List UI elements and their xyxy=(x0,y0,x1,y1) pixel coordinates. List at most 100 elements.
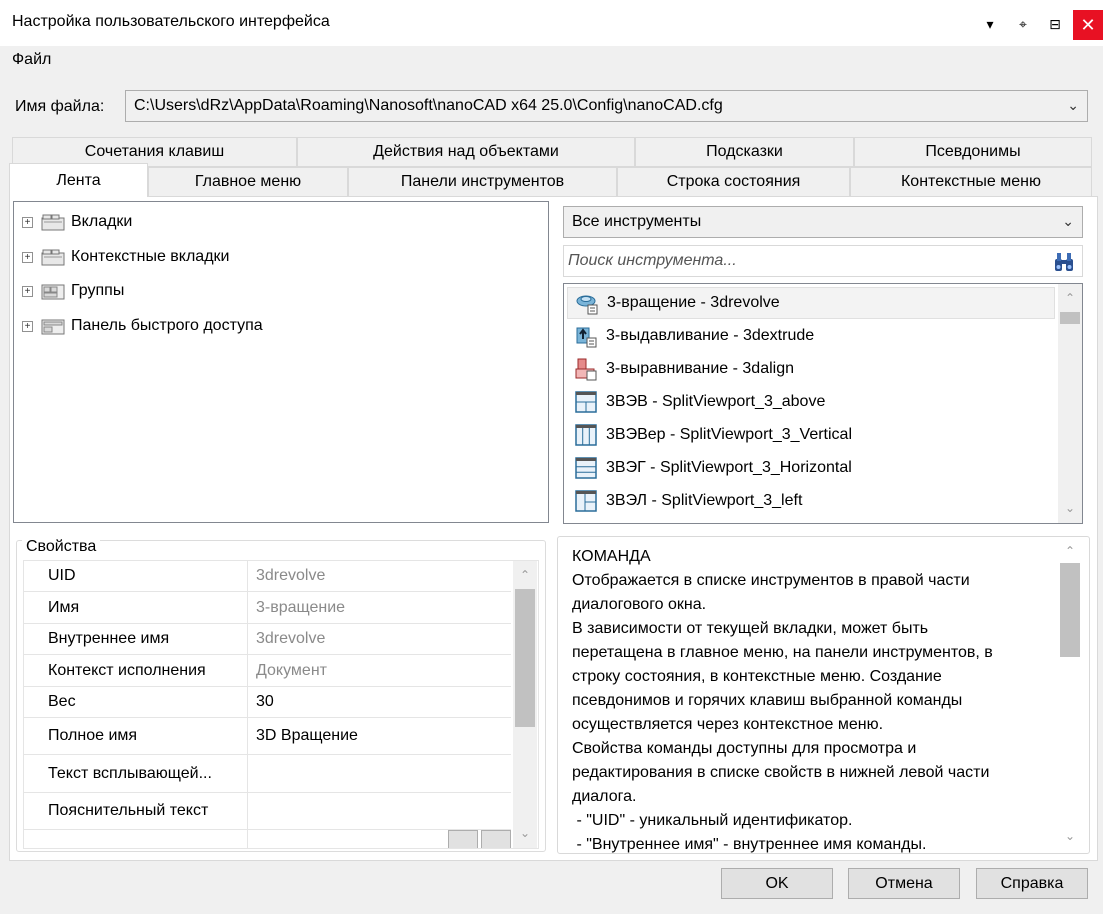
property-row-weight[interactable]: Вес 30 xyxy=(24,687,511,718)
property-browse-button[interactable] xyxy=(448,830,478,848)
tree-item-context-tabs[interactable]: + Контекстные вкладки xyxy=(22,245,229,269)
groups-icon xyxy=(41,284,65,300)
property-clear-button[interactable] xyxy=(481,830,511,848)
title-bar: Настройка пользовательского интерфейса ▾… xyxy=(0,0,1103,46)
menu-file[interactable]: Файл xyxy=(12,51,51,69)
property-value: 3drevolve xyxy=(256,630,326,647)
extrude-icon xyxy=(576,327,597,348)
scroll-up-icon[interactable]: ⌃ xyxy=(1058,288,1082,308)
chevron-down-icon[interactable]: ⌄ xyxy=(1062,213,1074,230)
properties-title: Свойства xyxy=(22,538,101,556)
tab-ribbon[interactable]: Лента xyxy=(9,163,148,197)
file-path-value: C:\Users\dRz\AppData\Roaming\Nanosoft\na… xyxy=(134,97,723,114)
tree-item-groups[interactable]: + Группы xyxy=(22,279,124,303)
menu-bar: Файл xyxy=(0,46,1103,76)
tool-label: 3-выравнивание - 3dalign xyxy=(606,360,795,377)
tree-item-label: Группы xyxy=(71,282,125,299)
list-item[interactable]: 3ВЭВер - SplitViewport_3_Vertical xyxy=(567,419,1055,451)
scroll-thumb[interactable] xyxy=(515,589,535,727)
move-icon[interactable]: ⌖ xyxy=(1011,10,1035,38)
tool-search-box[interactable] xyxy=(563,245,1083,277)
property-row-internal-name[interactable]: Внутреннее имя 3drevolve xyxy=(24,624,511,655)
property-value: 3drevolve xyxy=(256,567,326,584)
property-name: Внутреннее имя xyxy=(24,624,248,654)
property-row-uid[interactable]: UID 3drevolve xyxy=(24,561,511,592)
list-item[interactable]: 3-выравнивание - 3dalign xyxy=(567,353,1055,385)
property-name: UID xyxy=(24,561,248,591)
pin-dropdown-icon[interactable]: ▾ xyxy=(978,10,1002,38)
description-scrollbar[interactable]: ⌃ ⌄ xyxy=(1058,537,1082,853)
expand-icon[interactable]: + xyxy=(22,285,33,297)
scroll-up-icon[interactable]: ⌃ xyxy=(513,565,537,585)
tool-label: 3-выдавливание - 3dextrude xyxy=(606,327,815,344)
properties-scrollbar[interactable]: ⌃ ⌄ xyxy=(513,561,537,848)
file-name-label: Имя файла: xyxy=(15,98,105,115)
tool-label: 3ВЭВ - SplitViewport_3_above xyxy=(606,393,826,410)
list-item[interactable]: 3ВЭГ - SplitViewport_3_Horizontal xyxy=(567,452,1055,484)
chevron-down-icon[interactable]: ⌄ xyxy=(1067,97,1079,114)
scroll-down-icon[interactable]: ⌄ xyxy=(1058,826,1082,846)
property-row-partial xyxy=(24,830,511,848)
tree-item-label: Контекстные вкладки xyxy=(71,248,230,265)
ok-button[interactable]: OK xyxy=(721,868,833,899)
properties-grid[interactable]: UID 3drevolve Имя 3-вращение Внутреннее … xyxy=(23,560,539,849)
description-text: КОМАНДА Отображается в списке инструмент… xyxy=(572,548,993,853)
tools-filter-combobox[interactable]: Все инструменты ⌄ xyxy=(563,206,1083,238)
tool-label: 3ВЭЛ - SplitViewport_3_left xyxy=(606,492,803,509)
ribbon-tabs-icon xyxy=(41,214,65,231)
tree-item-label: Вкладки xyxy=(71,213,133,230)
tab-object-actions[interactable]: Действия над объектами xyxy=(297,137,635,167)
tree-item-tabs[interactable]: + Вкладки xyxy=(22,210,132,234)
description-panel[interactable]: КОМАНДА Отображается в списке инструмент… xyxy=(557,536,1090,854)
property-value: Документ xyxy=(256,661,327,679)
property-row-description[interactable]: Пояснительный текст xyxy=(24,793,511,830)
property-value: 3-вращение xyxy=(256,598,346,616)
tab-context-menus[interactable]: Контекстные меню xyxy=(850,167,1092,197)
property-name: Пояснительный текст xyxy=(24,793,248,829)
property-row-full-name[interactable]: Полное имя 3D Вращение xyxy=(24,718,511,755)
revolve-icon xyxy=(576,295,598,315)
tab-tooltips[interactable]: Подсказки xyxy=(635,137,854,167)
expand-icon[interactable]: + xyxy=(22,320,33,332)
property-row-name[interactable]: Имя 3-вращение xyxy=(24,592,511,624)
scroll-up-icon[interactable]: ⌃ xyxy=(1058,541,1082,561)
viewport-left-icon xyxy=(575,490,597,512)
property-row-context[interactable]: Контекст исполнения Документ xyxy=(24,655,511,687)
scroll-down-icon[interactable]: ⌄ xyxy=(513,823,537,843)
scroll-thumb[interactable] xyxy=(1060,563,1080,657)
close-button[interactable]: ✕ xyxy=(1073,10,1103,40)
binoculars-icon[interactable] xyxy=(1052,250,1076,274)
tab-main-menu[interactable]: Главное меню xyxy=(148,167,348,197)
dock-icon[interactable]: ⊟ xyxy=(1043,10,1067,38)
viewport-horizontal-icon xyxy=(575,457,597,479)
tool-label: 3ВЭГ - SplitViewport_3_Horizontal xyxy=(606,459,852,476)
property-value[interactable] xyxy=(248,755,511,792)
property-name: Контекст исполнения xyxy=(24,655,248,686)
list-item[interactable]: 3-выдавливание - 3dextrude xyxy=(567,320,1055,352)
property-value[interactable]: 30 xyxy=(248,687,511,717)
tools-list[interactable]: 3-вращение - 3drevolve 3-выдавливание - … xyxy=(563,283,1083,524)
scroll-thumb[interactable] xyxy=(1060,312,1080,324)
expand-icon[interactable]: + xyxy=(22,251,33,263)
list-item[interactable]: 3ВЭВ - SplitViewport_3_above xyxy=(567,386,1055,418)
tools-list-scrollbar[interactable]: ⌃ ⌄ xyxy=(1058,284,1082,523)
viewport-vertical-icon xyxy=(575,424,597,446)
property-value[interactable]: 3D Вращение xyxy=(248,718,511,754)
scroll-down-icon[interactable]: ⌄ xyxy=(1058,498,1082,518)
tab-status-bar[interactable]: Строка состояния xyxy=(617,167,850,197)
expand-icon[interactable]: + xyxy=(22,216,33,228)
file-name-combobox[interactable]: C:\Users\dRz\AppData\Roaming\Nanosoft\na… xyxy=(125,90,1088,122)
property-name: Вес xyxy=(24,687,248,717)
list-item[interactable]: 3ВЭЛ - SplitViewport_3_left xyxy=(567,485,1055,517)
help-button[interactable]: Справка xyxy=(976,868,1088,899)
tab-toolbars[interactable]: Панели инструментов xyxy=(348,167,617,197)
tool-label: 3ВЭВер - SplitViewport_3_Vertical xyxy=(606,426,853,443)
property-row-tooltip[interactable]: Текст всплывающей... xyxy=(24,755,511,793)
cancel-button[interactable]: Отмена xyxy=(848,868,960,899)
tool-search-input[interactable] xyxy=(568,252,1038,270)
tab-aliases[interactable]: Псевдонимы xyxy=(854,137,1092,167)
list-item[interactable]: 3-вращение - 3drevolve xyxy=(567,287,1055,319)
tree-item-quick-access[interactable]: + Панель быстрого доступа xyxy=(22,314,263,338)
property-value[interactable] xyxy=(248,793,511,829)
ribbon-tree[interactable]: + Вкладки + Контекстные вкладки + Группы… xyxy=(13,201,549,523)
